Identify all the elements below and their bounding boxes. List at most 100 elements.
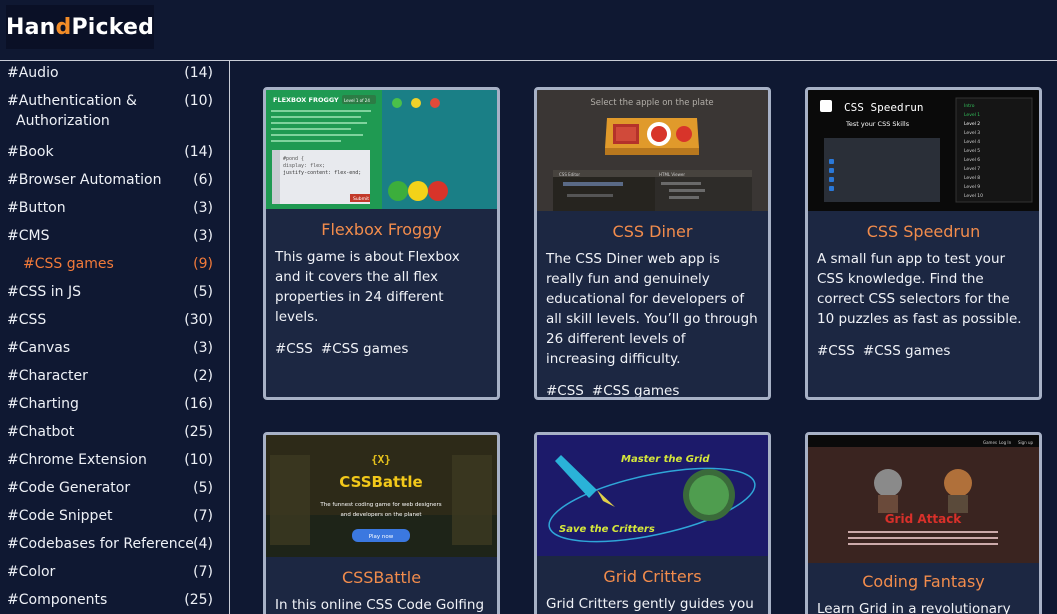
thumb-heading: FLEXBOX FROGGY <box>273 96 339 104</box>
card-title[interactable]: Flexbox Froggy <box>266 220 497 239</box>
sidebar-item-character[interactable]: #Character (2) <box>0 362 229 390</box>
tag-css[interactable]: #CSS <box>275 341 313 357</box>
sidebar-item-css-games[interactable]: #CSS games (9) <box>0 250 229 278</box>
card-css-diner[interactable]: Select the apple on the plate CSS Editor… <box>534 87 771 400</box>
card-title[interactable]: CSS Diner <box>537 222 768 241</box>
tag-css-games[interactable]: #CSS games <box>592 383 680 397</box>
card-coding-fantasy[interactable]: Games Log In Sign up Grid Attack Coding … <box>805 432 1042 614</box>
thumb-play-button: Play now <box>369 534 394 540</box>
sidebar-item-code-snippet[interactable]: #Code Snippet (7) <box>0 502 229 530</box>
card-description: A small fun app to test your CSS knowled… <box>817 251 1022 327</box>
sidebar-item-label: #Authentication & <box>7 93 137 109</box>
card-css-speedrun[interactable]: CSS Speedrun Test your CSS Skills Intro … <box>805 87 1042 400</box>
thumb-nav-games: Games <box>983 440 997 445</box>
sidebar-item-audio[interactable]: #Audio (14) <box>0 62 229 90</box>
sidebar-item-count: (25) <box>184 424 213 440</box>
card-tags: #CSS #CSS games <box>808 343 1039 359</box>
sidebar-item-label: #Audio <box>7 65 59 81</box>
thumb-nav-signup: Sign up <box>1018 440 1034 445</box>
sidebar-item-label: #Character <box>7 368 88 384</box>
sidebar-item-label: #Charting <box>7 396 79 412</box>
sidebar-item-count: (3) <box>193 340 213 356</box>
thumb-badge: {X} <box>371 453 391 466</box>
thumbnail-grid-critters: Master the Grid Save the Critters <box>537 435 768 556</box>
sidebar-item-css[interactable]: #CSS (30) <box>0 306 229 334</box>
sidebar-item-label: #Browser Automation <box>7 172 162 188</box>
sidebar-item-chrome-extension[interactable]: #Chrome Extension (10) <box>0 446 229 474</box>
sidebar-item-count: (16) <box>184 396 213 412</box>
sidebar-item-codebases[interactable]: #Codebases for Reference (4) <box>0 530 229 558</box>
thumb-level-9: Level 9 <box>964 184 980 190</box>
sidebar-item-button[interactable]: #Button (3) <box>0 194 229 222</box>
card-title[interactable]: Coding Fantasy <box>808 572 1039 591</box>
thumb-subtitle: Test your CSS Skills <box>845 120 910 128</box>
card-grid-critters[interactable]: Master the Grid Save the Critters Grid C… <box>534 432 771 614</box>
logo-text-right: Picked <box>71 14 155 40</box>
thumbnail-flexbox-froggy: FLEXBOX FROGGY Level 1 of 24 #pond { dis… <box>266 90 497 209</box>
thumb-heading: Grid Attack <box>885 512 963 526</box>
sidebar-item-count: (6) <box>193 172 213 188</box>
card-tags: #CSS #CSS games <box>537 383 768 397</box>
sidebar-item-color[interactable]: #Color (7) <box>0 558 229 586</box>
card-description: Grid Critters gently guides you to <box>546 596 754 612</box>
card-title[interactable]: CSSBattle <box>266 568 497 587</box>
sidebar-item-label: #Book <box>7 144 54 160</box>
thumb-editor-label: CSS Editor <box>559 172 580 177</box>
sidebar-item-browser-automation[interactable]: #Browser Automation (6) <box>0 166 229 194</box>
sidebar-item-count: (3) <box>193 228 213 244</box>
sidebar-item-count: (3) <box>193 200 213 216</box>
thumbnail-cssbattle: {X} CSSBattle The funnest coding game fo… <box>266 435 497 557</box>
card-tags: #CSS #CSS games <box>266 341 497 357</box>
thumb-code-line3: justify-content: flex-end; <box>283 170 361 176</box>
tag-css-games[interactable]: #CSS games <box>321 341 409 357</box>
sidebar-item-count: (10) <box>184 452 213 468</box>
sidebar-item-canvas[interactable]: #Canvas (3) <box>0 334 229 362</box>
thumb-text-2: Save the Critters <box>559 524 655 535</box>
thumbnail-css-speedrun: CSS Speedrun Test your CSS Skills Intro … <box>808 90 1039 211</box>
sidebar-item-label: #CSS <box>7 312 47 328</box>
sidebar-item-count: (4) <box>193 536 213 552</box>
sidebar-item-code-generator[interactable]: #Code Generator (5) <box>0 474 229 502</box>
tag-css[interactable]: #CSS <box>546 383 584 397</box>
sidebar-item-count: (2) <box>193 368 213 384</box>
sidebar-item-cms[interactable]: #CMS (3) <box>0 222 229 250</box>
thumb-code-line1: #pond { <box>283 156 304 162</box>
sidebar-item-count: (30) <box>184 312 213 328</box>
sidebar-item-label-line2: Authorization <box>16 113 110 129</box>
thumb-level-7: Level 7 <box>964 166 980 172</box>
sidebar-item-count: (5) <box>193 284 213 300</box>
sidebar-item-charting[interactable]: #Charting (16) <box>0 390 229 418</box>
sidebar-item-count: (14) <box>184 65 213 81</box>
card-flexbox-froggy[interactable]: FLEXBOX FROGGY Level 1 of 24 #pond { dis… <box>263 87 500 400</box>
sidebar-item-css-in-js[interactable]: #CSS in JS (5) <box>0 278 229 306</box>
sidebar-item-count: (5) <box>193 480 213 496</box>
thumbnail-coding-fantasy: Games Log In Sign up Grid Attack <box>808 435 1039 563</box>
tag-css[interactable]: #CSS <box>817 343 855 359</box>
sidebar-item-label: #Chatbot <box>7 424 75 440</box>
thumb-subtitle-2: and developers on the planet <box>340 512 422 518</box>
sidebar-item-label: #Button <box>7 200 66 216</box>
thumb-nav-login: Log In <box>999 440 1012 445</box>
site-logo[interactable]: Han d Picked <box>6 5 154 49</box>
tag-css-games[interactable]: #CSS games <box>863 343 951 359</box>
thumb-heading: CSS Speedrun <box>844 101 923 114</box>
thumbnail-css-diner: Select the apple on the plate CSS Editor… <box>537 90 768 211</box>
card-description: Learn Grid in a revolutionary new <box>817 601 1011 614</box>
sidebar-item-chatbot[interactable]: #Chatbot (25) <box>0 418 229 446</box>
card-description: In this online CSS Code Golfing <box>275 597 485 613</box>
logo-text-left: Han <box>5 14 56 40</box>
card-cssbattle[interactable]: {X} CSSBattle The funnest coding game fo… <box>263 432 500 614</box>
sidebar-item-label: #Components <box>7 592 108 608</box>
sidebar-item-label: #Color <box>7 564 56 580</box>
card-description: The CSS Diner web app is really fun and … <box>546 251 758 367</box>
card-title[interactable]: CSS Speedrun <box>808 222 1039 241</box>
sidebar-item-book[interactable]: #Book (14) <box>0 138 229 166</box>
sidebar-item-count: (9) <box>193 256 213 272</box>
sidebar-item-components[interactable]: #Components (25) <box>0 586 229 614</box>
sidebar-item-label: #CSS in JS <box>7 284 81 300</box>
sidebar-item-count: (10) <box>184 93 213 109</box>
card-grid: FLEXBOX FROGGY Level 1 of 24 #pond { dis… <box>231 62 1057 614</box>
thumb-caption: Select the apple on the plate <box>590 98 713 108</box>
sidebar-item-authentication[interactable]: #Authentication & Authorization (10) <box>0 90 229 138</box>
card-title[interactable]: Grid Critters <box>537 567 768 586</box>
